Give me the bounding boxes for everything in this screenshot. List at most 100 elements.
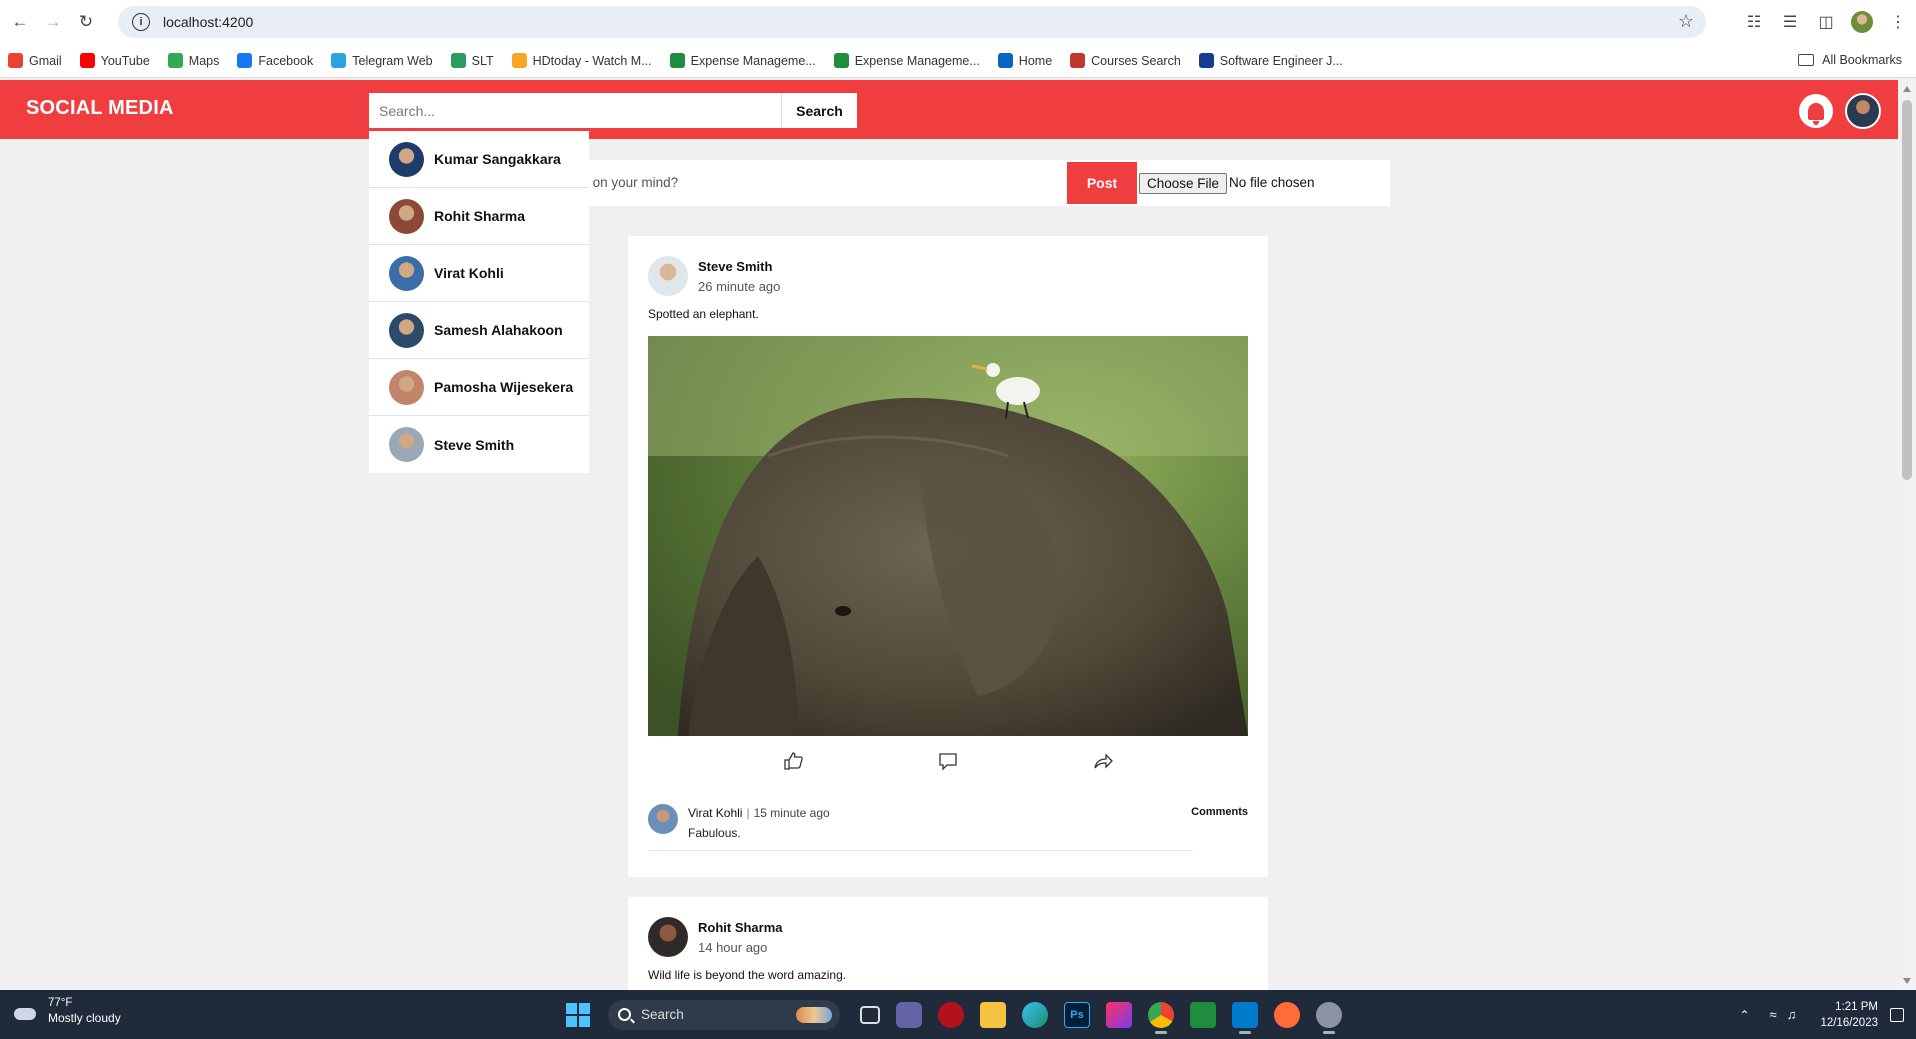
search-result-item[interactable]: Kumar Sangakkara (369, 131, 589, 188)
bookmark-item[interactable]: SLT (450, 53, 494, 68)
elephant-photo (648, 336, 1248, 736)
cloudy-weather-icon (12, 1002, 38, 1020)
post-author[interactable]: Rohit Sharma (698, 920, 783, 935)
choose-file-button[interactable]: Choose File (1139, 173, 1228, 194)
tray-chevron-icon[interactable]: ⌃ (1739, 1008, 1749, 1022)
bookmark-label: Expense Manageme... (690, 53, 816, 68)
avatar (389, 255, 424, 291)
weather-widget[interactable]: 77°F Mostly cloudy (12, 997, 121, 1025)
edge-icon[interactable] (1022, 1001, 1048, 1028)
search-result-name: Rohit Sharma (434, 208, 526, 224)
search-result-name: Samesh Alahakoon (434, 322, 563, 338)
app-header: SOCIAL MEDIA Search (0, 80, 1898, 139)
windows-start-icon[interactable] (566, 1002, 590, 1027)
weather-description: Mostly cloudy (48, 1011, 121, 1025)
file-explorer-icon[interactable] (980, 1001, 1006, 1028)
intellij-icon[interactable] (1106, 1001, 1132, 1028)
address-bar[interactable]: i localhost:4200 ☆ (118, 6, 1706, 38)
back-icon[interactable]: ← (7, 9, 33, 35)
like-icon[interactable] (778, 746, 808, 776)
share-icon[interactable] (1088, 746, 1118, 776)
post-button[interactable]: Post (1067, 162, 1137, 204)
post-time: 26 minute ago (698, 278, 781, 294)
notification-icon[interactable] (1890, 1007, 1904, 1022)
author-avatar[interactable] (648, 256, 688, 296)
media-control-icon[interactable]: ☰ (1772, 12, 1808, 32)
bookmark-item[interactable]: YouTube (79, 53, 150, 68)
bookmark-item[interactable]: Software Engineer J... (1198, 53, 1343, 68)
bookmark-star-icon[interactable]: ☆ (1678, 11, 1694, 32)
extensions-icon[interactable]: ☷ (1736, 12, 1772, 32)
comment-icon[interactable] (933, 746, 963, 776)
site-info-icon[interactable]: i (132, 13, 150, 31)
search-input[interactable] (369, 93, 781, 128)
avatar (389, 198, 424, 234)
bookmark-label: Facebook (258, 53, 314, 68)
taskbar-search-label: Search (641, 1007, 684, 1022)
bookmark-item[interactable]: Expense Manageme... (669, 53, 816, 68)
author-avatar[interactable] (648, 917, 688, 957)
search-result-item[interactable]: Steve Smith (369, 416, 589, 473)
post-card: Steve Smith 26 minute ago Spotted an ele… (628, 236, 1268, 877)
bookmark-favicon-icon (1198, 53, 1214, 68)
postman-icon[interactable] (1274, 1001, 1300, 1028)
bookmark-item[interactable]: Telegram Web (331, 53, 433, 68)
settings-icon[interactable] (1316, 1001, 1342, 1034)
comment-text: Fabulous. (688, 826, 741, 840)
browser-toolbar: ← → ↻ i localhost:4200 ☆ ☷ ☰ ◫ ⋮ (0, 0, 1916, 44)
page-scrollbar[interactable] (1898, 80, 1916, 990)
bookmark-item[interactable]: Expense Manageme... (833, 53, 980, 68)
bookmark-item[interactable]: Gmail (8, 53, 62, 68)
user-avatar[interactable] (1845, 93, 1881, 129)
game-app-icon[interactable] (938, 1001, 964, 1028)
commenter-avatar[interactable] (648, 804, 678, 834)
bookmark-item[interactable]: Facebook (237, 53, 313, 68)
notification-bell-icon[interactable] (1799, 94, 1833, 128)
comment-author[interactable]: Virat Kohli (688, 806, 742, 820)
task-view-icon[interactable] (860, 1005, 880, 1024)
bookmark-item[interactable]: Home (997, 53, 1052, 68)
bookmark-item[interactable]: Maps (167, 53, 220, 68)
search-result-item[interactable]: Samesh Alahakoon (369, 302, 589, 359)
scroll-down-arrow[interactable] (1903, 978, 1911, 984)
taskbar-search[interactable]: Search (608, 999, 840, 1030)
post-composer: ......'s on your mind? Post Choose File … (500, 160, 1390, 208)
chrome-icon[interactable] (1148, 1001, 1174, 1034)
bookmark-item[interactable]: Courses Search (1070, 53, 1181, 68)
bookmark-label: YouTube (100, 53, 150, 68)
url-text[interactable]: localhost:4200 (163, 14, 253, 30)
bookmark-item[interactable]: HDtoday - Watch M... (511, 53, 652, 68)
bookmark-label: Maps (188, 53, 220, 68)
menu-icon[interactable]: ⋮ (1880, 12, 1916, 32)
post-author[interactable]: Steve Smith (698, 259, 780, 274)
photoshop-icon[interactable]: Ps (1064, 1001, 1090, 1028)
search-icon (618, 1008, 631, 1021)
reload-icon[interactable]: ↻ (73, 9, 99, 35)
scroll-thumb[interactable] (1902, 100, 1912, 480)
search-result-item[interactable]: Virat Kohli (369, 245, 589, 302)
volume-icon[interactable]: ♫ (1787, 1007, 1797, 1022)
bookmark-favicon-icon (833, 53, 849, 68)
forward-icon[interactable]: → (40, 9, 66, 35)
search-result-item[interactable]: Pamosha Wijesekera (369, 359, 589, 416)
search-result-name: Pamosha Wijesekera (434, 379, 574, 395)
all-bookmarks[interactable]: All Bookmarks (1798, 53, 1902, 67)
bookmark-label: Gmail (29, 53, 62, 68)
side-panel-icon[interactable]: ◫ (1808, 12, 1844, 32)
scroll-up-arrow[interactable] (1903, 86, 1911, 92)
vscode-icon[interactable] (1232, 1001, 1258, 1034)
profile-avatar[interactable] (1851, 11, 1873, 33)
bookmark-label: HDtoday - Watch M... (532, 53, 652, 68)
bookmark-favicon-icon (167, 53, 183, 68)
comments-link[interactable]: Comments (1191, 806, 1248, 818)
post-card: Rohit Sharma 14 hour ago Wild life is be… (628, 897, 1268, 990)
app-logo[interactable]: SOCIAL MEDIA (26, 97, 174, 120)
bookmark-favicon-icon (8, 53, 23, 68)
clock[interactable]: 1:21 PM 12/16/2023 (1820, 999, 1878, 1031)
post-text: Spotted an elephant. (648, 307, 759, 321)
media-app-icon[interactable] (1190, 1001, 1216, 1028)
search-result-item[interactable]: Rohit Sharma (369, 188, 589, 245)
search-button[interactable]: Search (781, 93, 857, 128)
teams-icon[interactable] (896, 1001, 922, 1028)
wifi-icon[interactable]: ≈ (1770, 1007, 1777, 1022)
